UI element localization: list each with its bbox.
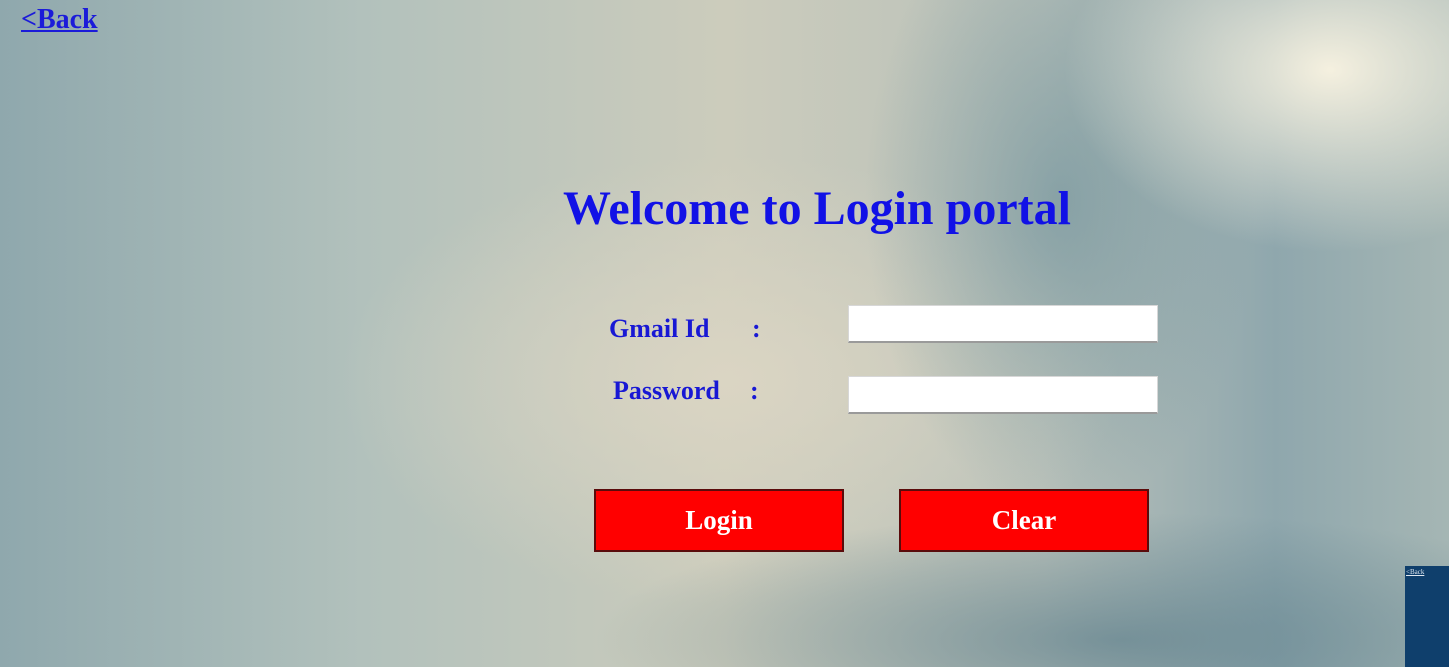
password-colon: : <box>750 376 759 405</box>
gmail-id-colon: : <box>752 314 761 343</box>
gmail-id-label: Gmail Id <box>609 314 710 343</box>
login-button[interactable]: Login <box>594 489 844 552</box>
clear-button[interactable]: Clear <box>899 489 1149 552</box>
password-input[interactable] <box>848 376 1158 414</box>
password-label: Password <box>613 376 720 405</box>
page-title: Welcome to Login portal <box>563 182 1071 235</box>
back-link[interactable]: <Back <box>21 4 98 36</box>
corner-preview-panel: <Back <box>1405 566 1449 667</box>
corner-preview-back-link[interactable]: <Back <box>1406 568 1424 576</box>
gmail-id-input[interactable] <box>848 305 1158 343</box>
